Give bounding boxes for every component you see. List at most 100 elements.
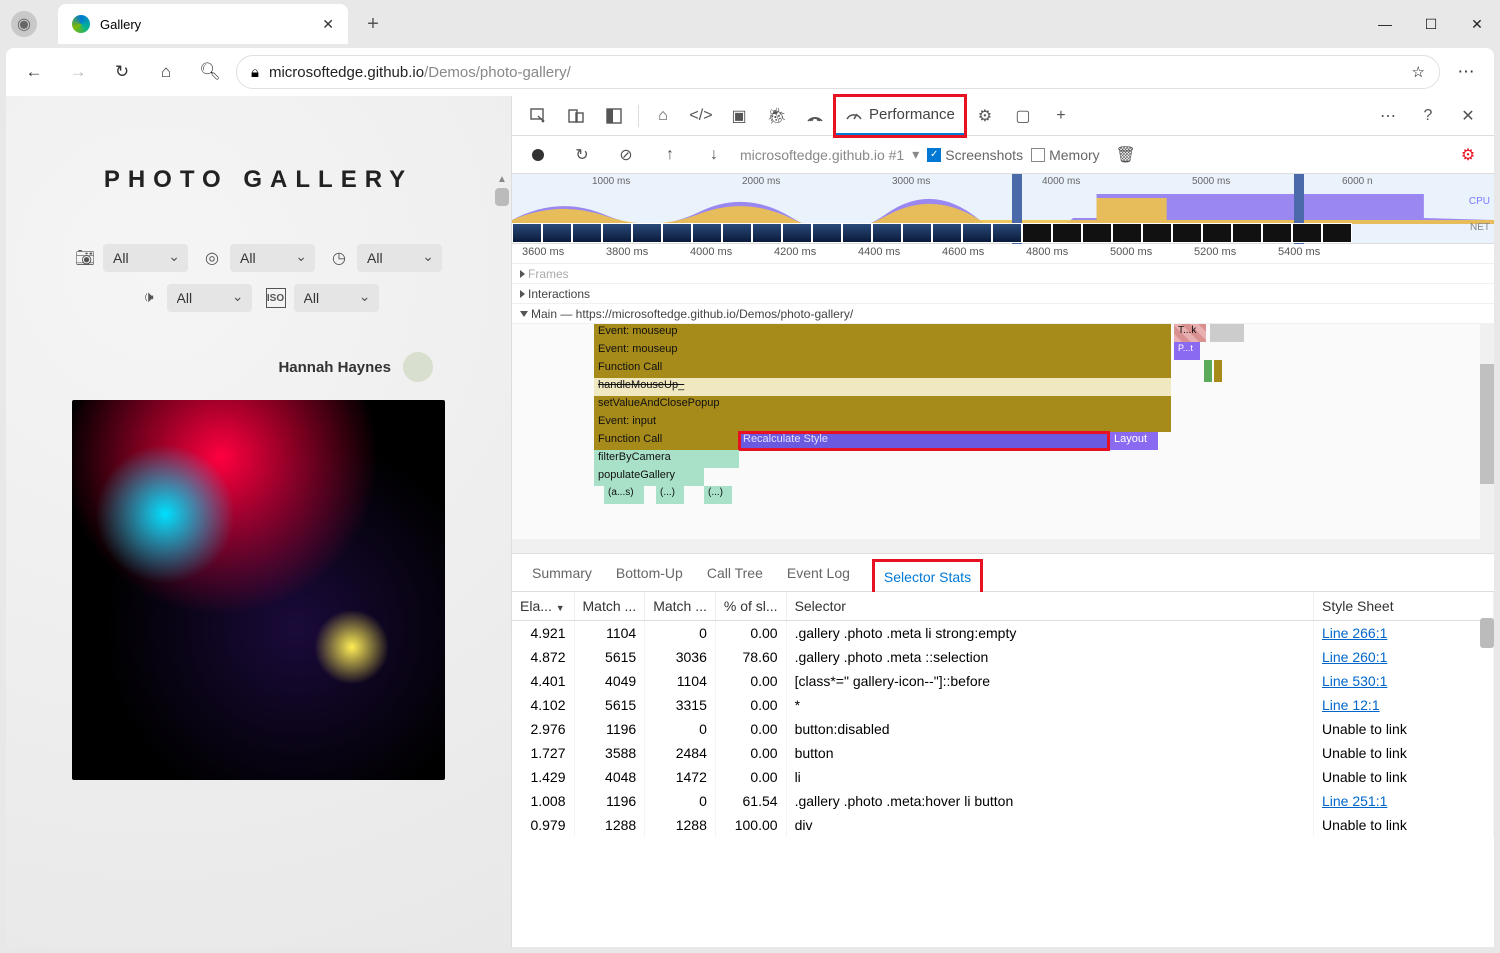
table-row[interactable]: 4.102561533150.00*Line 12:1 bbox=[512, 693, 1494, 717]
stylesheet-link[interactable]: Line 530:1 bbox=[1322, 673, 1387, 689]
flame-green[interactable] bbox=[1204, 360, 1212, 382]
flame-p[interactable]: P...t bbox=[1174, 342, 1200, 360]
download-button[interactable]: ↓ bbox=[696, 137, 732, 173]
table-row[interactable]: 1.429404814720.00liUnable to link bbox=[512, 765, 1494, 789]
col-selector[interactable]: Selector bbox=[786, 592, 1313, 621]
stylesheet-link[interactable]: Line 260:1 bbox=[1322, 649, 1387, 665]
flame-input[interactable]: Event: input bbox=[594, 414, 1171, 432]
search-button[interactable]: 🔍︎ bbox=[192, 54, 228, 90]
tab-performance[interactable]: Performance bbox=[835, 96, 965, 136]
stylesheet-link[interactable]: Line 251:1 bbox=[1322, 793, 1387, 809]
record-button[interactable] bbox=[520, 137, 556, 173]
kebab-icon[interactable]: ⋯ bbox=[1370, 98, 1406, 134]
reload-record-button[interactable]: ↻ bbox=[564, 137, 600, 173]
tab-call-tree[interactable]: Call Tree bbox=[707, 565, 763, 581]
table-row[interactable]: 1.727358824840.00buttonUnable to link bbox=[512, 741, 1494, 765]
sound-select[interactable]: All bbox=[167, 284, 252, 312]
section-interactions[interactable]: Interactions bbox=[512, 284, 1494, 304]
flame-populate[interactable]: populateGallery bbox=[594, 468, 704, 486]
table-row[interactable]: 4.921110400.00.gallery .photo .meta li s… bbox=[512, 621, 1494, 646]
table-row[interactable]: 4.401404911040.00[class*=" gallery-icon-… bbox=[512, 669, 1494, 693]
section-main[interactable]: Main — https://microsoftedge.github.io/D… bbox=[512, 304, 1494, 324]
chevron-down-icon[interactable]: ▾ bbox=[912, 146, 919, 163]
gallery-photo[interactable] bbox=[72, 400, 445, 780]
flame-mouseup[interactable]: Event: mouseup bbox=[594, 342, 1171, 360]
sources-icon[interactable]: ▣ bbox=[721, 98, 757, 134]
table-row[interactable]: 4.8725615303678.60.gallery .photo .meta … bbox=[512, 645, 1494, 669]
recording-dropdown[interactable]: microsoftedge.github.io #1 bbox=[740, 147, 904, 163]
welcome-icon[interactable]: ⌂ bbox=[645, 98, 681, 134]
screenshots-checkbox[interactable]: ✓Screenshots bbox=[927, 147, 1023, 163]
table-row[interactable]: 0.97912881288100.00divUnable to link bbox=[512, 813, 1494, 837]
help-icon[interactable]: ? bbox=[1410, 98, 1446, 134]
flame-fn2[interactable]: Function Call bbox=[594, 432, 739, 450]
more-tabs-button[interactable]: + bbox=[1043, 98, 1079, 134]
memory-checkbox[interactable]: Memory bbox=[1031, 147, 1100, 163]
col-sheet[interactable]: Style Sheet bbox=[1314, 592, 1494, 621]
flame-layout[interactable]: Layout bbox=[1110, 432, 1158, 450]
section-frames[interactable]: Frames bbox=[512, 264, 1494, 284]
refresh-button[interactable]: ↻ bbox=[104, 54, 140, 90]
flame-recalc[interactable]: Recalculate Style bbox=[739, 432, 1109, 450]
timeline-ruler[interactable]: 3600 ms3800 ms4000 ms4200 ms4400 ms4600 … bbox=[512, 244, 1494, 264]
flame-scrollbar-h[interactable] bbox=[512, 539, 1480, 553]
device-icon[interactable] bbox=[558, 98, 594, 134]
flame-small2[interactable]: (...) bbox=[656, 486, 684, 504]
col-match1[interactable]: Match ... bbox=[574, 592, 645, 621]
inspect-icon[interactable] bbox=[520, 98, 556, 134]
overview-panel[interactable]: 1000 ms2000 ms3000 ms4000 ms5000 ms6000 … bbox=[512, 174, 1494, 244]
settings-gear-icon[interactable]: ⚙ bbox=[1450, 137, 1486, 173]
new-tab-button[interactable]: + bbox=[356, 13, 390, 36]
tab-summary[interactable]: Summary bbox=[532, 565, 592, 581]
close-tab-icon[interactable]: ✕ bbox=[322, 16, 334, 33]
flame-setvalue[interactable]: setValueAndClosePopup bbox=[594, 396, 1171, 414]
menu-button[interactable]: ⋯ bbox=[1448, 54, 1484, 90]
flame-task2[interactable]: T...k bbox=[1174, 324, 1206, 342]
col-match2[interactable]: Match ... bbox=[645, 592, 716, 621]
url-bar[interactable]: 🔒︎ microsoftedge.github.io/Demos/photo-g… bbox=[236, 55, 1440, 89]
camera-select[interactable]: All bbox=[103, 244, 188, 272]
home-button[interactable]: ⌂ bbox=[148, 54, 184, 90]
tab-bottom-up[interactable]: Bottom-Up bbox=[616, 565, 683, 581]
scroll-up-icon[interactable]: ▲ bbox=[495, 174, 509, 185]
flame-small3[interactable]: (...) bbox=[704, 486, 732, 504]
page-scrollbar[interactable]: ▲ ▼ bbox=[495, 188, 509, 947]
flame-olive-small[interactable] bbox=[1214, 360, 1222, 382]
network-wave-icon[interactable] bbox=[797, 98, 833, 134]
flame-gray[interactable] bbox=[1210, 324, 1244, 342]
flame-mouseup[interactable]: Event: mouseup bbox=[594, 324, 1171, 342]
upload-button[interactable]: ↑ bbox=[652, 137, 688, 173]
clear-button[interactable]: ⊘ bbox=[608, 137, 644, 173]
application-icon[interactable]: ▢ bbox=[1005, 98, 1041, 134]
memory-icon[interactable]: ⚙ bbox=[967, 98, 1003, 134]
flame-handle[interactable]: handleMouseUp_ bbox=[594, 378, 1171, 396]
maximize-button[interactable]: ☐ bbox=[1408, 6, 1454, 42]
back-button[interactable]: ← bbox=[16, 54, 52, 90]
flame-small1[interactable]: (a...s) bbox=[604, 486, 644, 504]
close-window-button[interactable]: ✕ bbox=[1454, 6, 1500, 42]
col-elapsed[interactable]: Ela... ▼ bbox=[512, 592, 574, 621]
tab-selector-stats[interactable]: Selector Stats bbox=[874, 561, 981, 595]
scroll-thumb[interactable] bbox=[495, 188, 509, 206]
gc-icon[interactable]: 🗑︎ bbox=[1108, 137, 1144, 173]
elements-icon[interactable]: </> bbox=[683, 98, 719, 134]
browser-tab[interactable]: Gallery ✕ bbox=[58, 4, 348, 44]
aperture-select[interactable]: All bbox=[230, 244, 315, 272]
favorite-icon[interactable]: ☆ bbox=[1412, 63, 1425, 81]
iso-select[interactable]: All bbox=[294, 284, 379, 312]
flame-scrollbar-v[interactable] bbox=[1480, 324, 1494, 553]
minimize-button[interactable]: — bbox=[1362, 6, 1408, 42]
shutter-select[interactable]: All bbox=[357, 244, 442, 272]
stylesheet-link[interactable]: Line 266:1 bbox=[1322, 625, 1387, 641]
table-scrollbar[interactable] bbox=[1480, 592, 1494, 947]
profile-button[interactable]: ◉ bbox=[0, 11, 48, 37]
flame-fn1[interactable]: Function Call bbox=[594, 360, 1171, 378]
table-row[interactable]: 1.0081196061.54.gallery .photo .meta:hov… bbox=[512, 789, 1494, 813]
dock-icon[interactable] bbox=[596, 98, 632, 134]
col-pct[interactable]: % of sl... bbox=[715, 592, 786, 621]
flamegraph[interactable]: Task T...k Event: mouseup Event: mouseup… bbox=[512, 324, 1494, 554]
tab-event-log[interactable]: Event Log bbox=[787, 565, 850, 581]
stylesheet-link[interactable]: Line 12:1 bbox=[1322, 697, 1380, 713]
bug-icon[interactable]: 🐞︎ bbox=[759, 98, 795, 134]
close-devtools-icon[interactable]: ✕ bbox=[1450, 98, 1486, 134]
